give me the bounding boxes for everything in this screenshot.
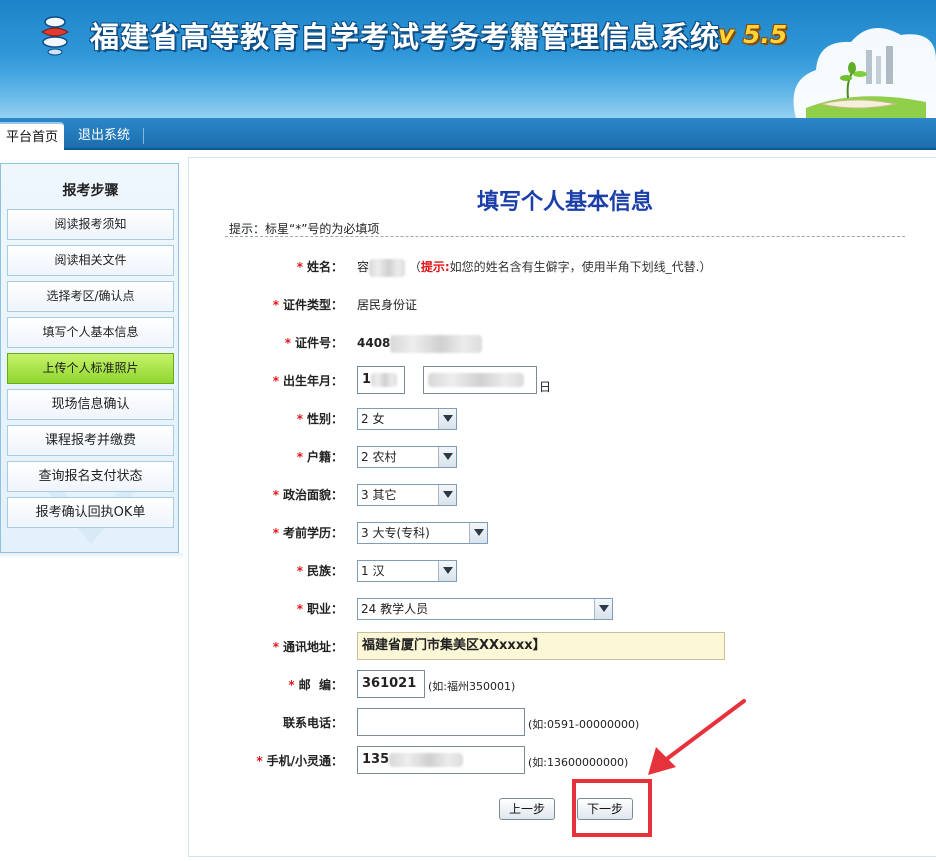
step-fill-info[interactable]: 填写个人基本信息	[7, 317, 174, 348]
gender-select[interactable]: 2 女	[357, 408, 457, 430]
address-input[interactable]: 福建省厦门市集美区XXxxxx】	[357, 632, 725, 660]
chevron-down-icon[interactable]	[438, 561, 456, 581]
sidebar-title: 报考步骤	[62, 183, 119, 199]
name-tip: （提示:如您的姓名含有生僻字，使用半角下划线_代替.）	[408, 260, 712, 274]
postcode-input[interactable]: 361021	[357, 670, 425, 698]
tab-home[interactable]: 平台首页	[0, 122, 64, 150]
id-type-label: 证件类型：	[282, 298, 343, 312]
redacted-name	[369, 258, 406, 277]
politics-select[interactable]: 3 其它	[357, 484, 457, 506]
ethnicity-label: 民族：	[306, 564, 343, 578]
row-address: * 通讯地址： 福建省厦门市集美区XXxxxx】	[189, 632, 936, 662]
gender-label: 性别：	[306, 412, 343, 426]
education-label: 考前学历：	[282, 526, 343, 540]
row-ethnicity: * 民族： 1 汉	[189, 556, 936, 586]
name-value: 容	[357, 260, 370, 274]
birth-label: 出生年月：	[282, 374, 343, 388]
row-id-type: * 证件类型： 居民身份证	[189, 290, 936, 320]
row-phone: 联系电话： (如:0591-00000000)	[189, 708, 936, 738]
occupation-select[interactable]: 24 教学人员	[357, 598, 613, 620]
education-select[interactable]: 3 大专(专科)	[357, 522, 488, 544]
chevron-down-icon[interactable]	[594, 599, 612, 619]
row-id-number: * 证件号： 4408	[189, 328, 936, 358]
mobile-example: (如:13600000000)	[528, 756, 629, 769]
row-politics: * 政治面貌： 3 其它	[189, 480, 936, 510]
required-hint: 提示：标星“*”号的为必填项	[229, 222, 380, 236]
step-read-notice[interactable]: 阅读报考须知	[7, 209, 174, 240]
system-logo-icon	[41, 16, 69, 56]
postcode-label: 邮 编：	[298, 678, 343, 692]
step-receipt[interactable]: 报考确认回执OK单	[7, 497, 174, 528]
nav-divider	[143, 128, 144, 144]
occupation-label: 职业：	[306, 602, 343, 616]
step-read-documents[interactable]: 阅读相关文件	[7, 245, 174, 276]
politics-label: 政治面貌：	[282, 488, 343, 502]
divider	[225, 236, 905, 237]
birth-day-suffix: 日	[539, 380, 552, 394]
step-payment-status[interactable]: 查询报名支付状态	[7, 461, 174, 492]
row-mobile: * 手机/小灵通： 135 (如:13600000000)	[189, 746, 936, 776]
row-postcode: * 邮 编： 361021 (如:福州350001)	[189, 670, 936, 700]
chevron-down-icon[interactable]	[438, 409, 456, 429]
chevron-down-icon[interactable]	[469, 523, 487, 543]
annotation-highlight-box	[572, 779, 652, 837]
form-title: 填写个人基本信息	[476, 189, 653, 215]
name-label: 姓名：	[306, 260, 343, 274]
postcode-example: (如:福州350001)	[428, 680, 516, 693]
step-select-region[interactable]: 选择考区/确认点	[7, 281, 174, 312]
step-upload-photo[interactable]: 上传个人标准照片	[7, 353, 174, 384]
hukou-label: 户籍：	[306, 450, 343, 464]
page-root: 福建省高等教育自学考试考务考籍管理信息系统 v 5.5 平台首页 退出系统 报考…	[0, 0, 936, 861]
top-nav: 平台首页 退出系统	[0, 118, 936, 150]
mobile-label: 手机/小灵通：	[266, 754, 343, 768]
redacted-id-number	[390, 334, 483, 353]
chevron-down-icon[interactable]	[438, 485, 456, 505]
phone-label: 联系电话：	[282, 716, 343, 730]
mobile-input[interactable]: 135	[357, 746, 525, 774]
row-gender: * 性别： 2 女	[189, 404, 936, 434]
app-header: 福建省高等教育自学考试考务考籍管理信息系统 v 5.5	[0, 0, 936, 118]
row-birth: * 出生年月： 1 日	[189, 366, 936, 396]
header-decoration-icon	[793, 28, 936, 118]
ethnicity-select[interactable]: 1 汉	[357, 560, 457, 582]
hukou-select[interactable]: 2 农村	[357, 446, 457, 468]
form-panel: 填写个人基本信息 提示：标星“*”号的为必填项 * 姓名： 容 （提示:如您的姓名…	[188, 157, 936, 857]
annotation-arrow-icon	[648, 699, 746, 775]
row-hukou: * 户籍： 2 农村	[189, 442, 936, 472]
prev-step-button[interactable]: 上一步	[499, 798, 555, 820]
row-education: * 考前学历： 3 大专(专科)	[189, 518, 936, 548]
phone-example: (如:0591-00000000)	[528, 718, 640, 731]
address-label: 通讯地址：	[282, 640, 343, 654]
system-title: 福建省高等教育自学考试考务考籍管理信息系统	[90, 20, 721, 54]
id-type-value: 居民身份证	[357, 298, 418, 312]
id-number-label: 证件号：	[294, 336, 343, 350]
birth-month-input[interactable]	[423, 366, 537, 394]
tab-logout[interactable]: 退出系统	[72, 122, 136, 150]
phone-input[interactable]	[357, 708, 525, 736]
id-number-value: 4408	[357, 336, 391, 350]
step-course-payment[interactable]: 课程报考并缴费	[7, 425, 174, 456]
birth-year-input[interactable]: 1	[357, 366, 405, 394]
row-name: * 姓名： 容 （提示:如您的姓名含有生僻字，使用半角下划线_代替.）	[189, 252, 936, 282]
row-occupation: * 职业： 24 教学人员	[189, 594, 936, 624]
required-mark: *	[296, 260, 303, 274]
steps-sidebar: 报考步骤 阅读报考须知 阅读相关文件 选择考区/确认点 填写个人基本信息 上传个…	[0, 163, 179, 553]
step-onsite-confirm[interactable]: 现场信息确认	[7, 389, 174, 420]
chevron-down-icon[interactable]	[438, 447, 456, 467]
